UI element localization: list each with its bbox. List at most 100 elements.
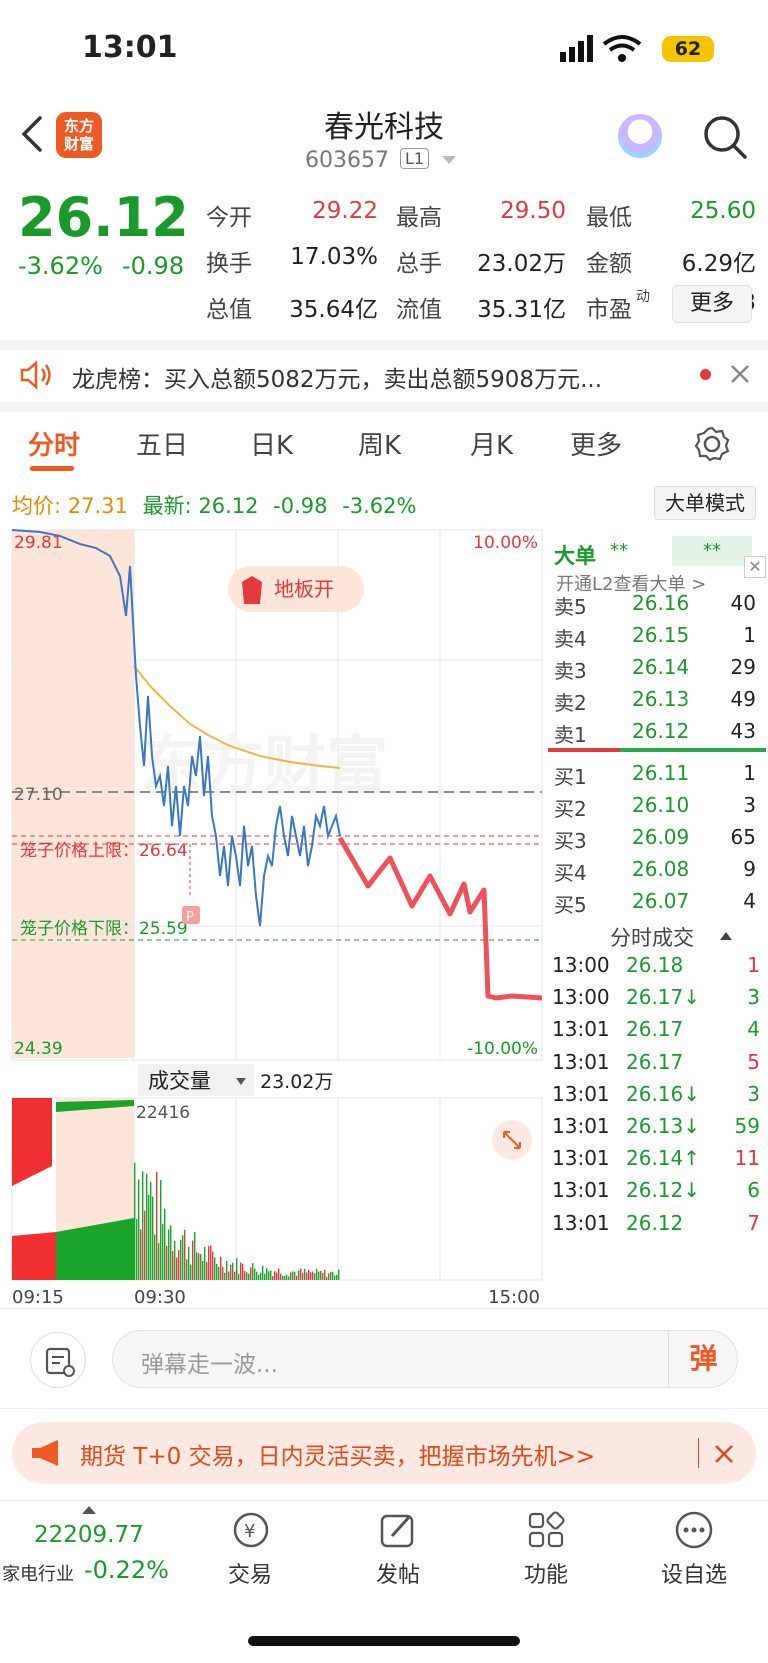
robot-assistant-icon[interactable] [618, 114, 662, 158]
trade-price: 26.18 [626, 953, 684, 977]
volume-bar [202, 1260, 204, 1280]
trade-row: 13:01 26.12 7 [552, 1208, 762, 1240]
post-icon[interactable] [378, 1510, 418, 1550]
trade-time: 13:01 [552, 1049, 610, 1074]
volume-bar [282, 1275, 284, 1280]
volume-bar [214, 1257, 216, 1280]
volume-bar [332, 1271, 334, 1280]
volume-bar [166, 1245, 168, 1280]
volume-bar [330, 1271, 332, 1280]
bid-level-row[interactable]: 买3 26.09 65 [554, 822, 760, 854]
caret-up-icon[interactable] [720, 932, 732, 940]
danmaku-send-button[interactable]: 弹 [668, 1330, 738, 1388]
tab-intraday[interactable]: 分时 [28, 425, 80, 462]
quote-label: 最低 [586, 205, 632, 231]
trades-title[interactable]: 分时成交 [610, 922, 694, 952]
search-icon[interactable] [702, 114, 748, 160]
tab-five-day[interactable]: 五日 [136, 425, 188, 462]
trade-price: 26.14↑ [626, 1146, 701, 1171]
trade-row: 13:01 26.17 4 [552, 1014, 762, 1046]
tab-monthly-k[interactable]: 月K [470, 425, 513, 462]
trade-price: 26.17↓ [626, 985, 701, 1010]
volume-bar [168, 1229, 170, 1280]
bid-level-row[interactable]: 买4 26.08 9 [554, 854, 760, 886]
caret-down-icon[interactable] [442, 156, 456, 166]
nav-functions[interactable]: 功能 [486, 1557, 606, 1589]
big-order-value-a: ** [610, 540, 628, 561]
volume-bar [150, 1181, 152, 1280]
promo-close-icon[interactable] [714, 1444, 734, 1464]
functions-grid-icon[interactable] [526, 1510, 566, 1550]
bid-level-row[interactable]: 买5 26.07 4 [554, 886, 760, 918]
volume-bar [254, 1268, 256, 1280]
sector-name[interactable]: 家电行业 [2, 1560, 74, 1586]
stock-code: 603657 [305, 148, 389, 173]
tab-weekly-k[interactable]: 周K [358, 425, 401, 462]
sector-index-value[interactable]: 22209.77 [34, 1522, 144, 1548]
quote-value: 25.60 [690, 198, 756, 224]
trade-time: 13:01 [552, 1081, 610, 1106]
volume-bar [204, 1246, 206, 1280]
tab-daily-k[interactable]: 日K [250, 425, 293, 462]
ask-level-row[interactable]: 卖1 26.12 43 [554, 716, 760, 748]
trade-time: 13:00 [552, 953, 610, 977]
danmaku-input[interactable]: 弹幕走一波... [112, 1330, 738, 1388]
level-price: 26.16 [632, 591, 690, 615]
volume-bar [248, 1273, 250, 1280]
volume-bar [176, 1257, 178, 1280]
trade-volume: 4 [747, 1017, 760, 1042]
trade-row: 13:00 26.18 1 [552, 950, 762, 982]
volume-bar [206, 1262, 208, 1280]
volume-bar [286, 1274, 288, 1280]
intraday-chart[interactable]: 东方财富 29.81 24.39 27.10 10.00% -10.00% 笼子… [0, 526, 546, 1306]
ask-level-row[interactable]: 卖3 26.14 29 [554, 652, 760, 684]
quote-label: 最高 [396, 205, 442, 231]
ask-level-row[interactable]: 卖4 26.15 1 [554, 620, 760, 652]
trade-icon[interactable]: ¥ [228, 1510, 274, 1550]
volume-bar [140, 1229, 142, 1280]
close-icon[interactable] [730, 364, 750, 384]
trade-time: 13:01 [552, 1114, 610, 1138]
l2-close-icon[interactable]: ✕ [744, 556, 766, 578]
ask-level-row[interactable]: 卖5 26.16 40 [554, 588, 760, 620]
level-volume: 43 [730, 719, 756, 743]
more-quote-button[interactable]: 更多 [672, 285, 752, 323]
volume-bar [148, 1194, 150, 1280]
pct-top: 10.00% [473, 533, 538, 553]
bid-level-row[interactable]: 买2 26.10 3 [554, 790, 760, 822]
nav-post[interactable]: 发帖 [338, 1557, 458, 1589]
bid-level-row[interactable]: 买1 26.11 1 [554, 758, 760, 790]
volume-bar [308, 1269, 310, 1280]
level-price: 26.08 [632, 857, 690, 881]
volume-bar [182, 1235, 184, 1280]
level-badge[interactable]: L1 [400, 148, 430, 169]
volume-bar [160, 1179, 162, 1280]
promo-divider [698, 1438, 699, 1468]
promo-text[interactable]: 期货 T+0 交易，日内灵活买卖，把握市场先机>> [80, 1437, 595, 1471]
latest-price: 26.12 [198, 494, 259, 518]
sector-change[interactable]: -0.22% [84, 1556, 169, 1584]
latest-change-pct: -3.62% [342, 494, 417, 518]
expand-up-icon[interactable] [82, 1506, 96, 1514]
trade-volume: 7 [747, 1210, 760, 1235]
trade-price: 26.17 [626, 1017, 684, 1042]
volume-bar [250, 1267, 252, 1280]
nav-trade[interactable]: 交易 [190, 1557, 310, 1589]
volume-bar [152, 1196, 154, 1280]
nav-watchlist[interactable]: 设自选 [634, 1557, 754, 1589]
volume-bar [184, 1229, 186, 1280]
volume-bar [146, 1173, 148, 1280]
quote-label: 总值 [206, 297, 252, 323]
level-volume: 1 [743, 623, 756, 647]
y-axis-bottom: 24.39 [14, 1039, 63, 1059]
more-dots-icon[interactable] [674, 1510, 714, 1550]
danmaku-toggle[interactable] [30, 1332, 86, 1388]
volume-bar [304, 1268, 306, 1280]
settings-gear-icon[interactable] [694, 426, 730, 462]
volume-bar [302, 1272, 304, 1280]
ask-level-row[interactable]: 卖2 26.13 49 [554, 684, 760, 716]
longhubang-notice[interactable]: 龙虎榜：买入总额5082万元，卖出总额5908万元... [72, 360, 602, 394]
volume-bar [262, 1265, 264, 1280]
big-order-mode-button[interactable]: 大单模式 [654, 486, 756, 520]
tab-more[interactable]: 更多 [570, 425, 622, 462]
